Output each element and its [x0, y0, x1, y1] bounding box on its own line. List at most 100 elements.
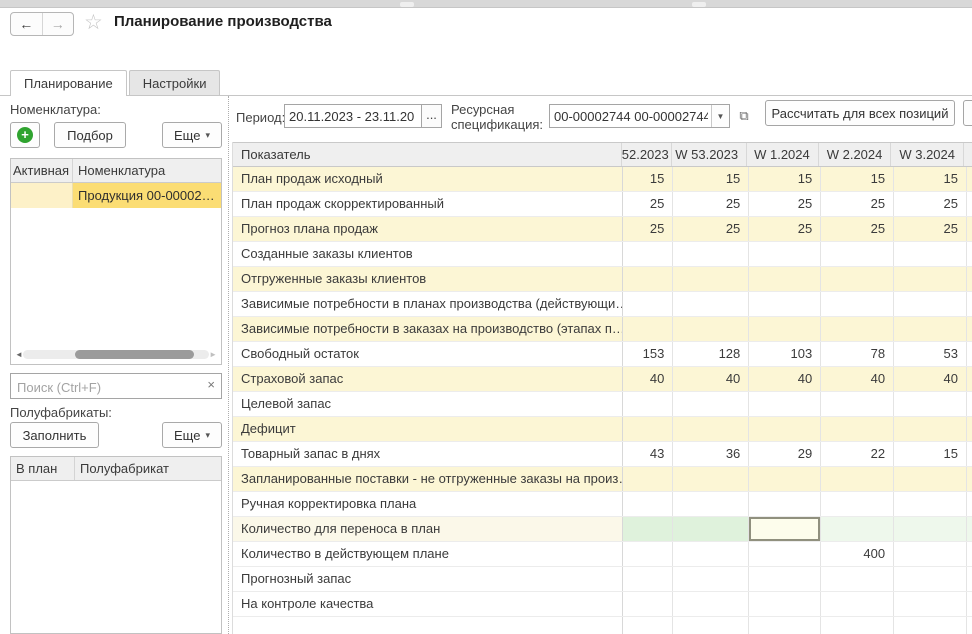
value-cell[interactable]	[893, 467, 966, 491]
value-cell[interactable]	[748, 467, 820, 491]
value-cell[interactable]	[748, 392, 820, 416]
value-cell[interactable]	[820, 467, 893, 491]
value-cell[interactable]: 153	[622, 342, 672, 366]
value-cell[interactable]: 25	[748, 217, 820, 241]
value-cell[interactable]: 22	[820, 442, 893, 466]
row-label[interactable]: Количество в действующем плане	[233, 542, 622, 566]
forward-button[interactable]: →	[43, 13, 74, 35]
clipped-button[interactable]	[963, 100, 972, 126]
value-cell[interactable]: 29	[748, 442, 820, 466]
search-input[interactable]	[15, 376, 197, 398]
value-cell[interactable]	[820, 617, 893, 634]
column-header-active[interactable]: Активная	[11, 159, 73, 182]
value-cell[interactable]: 103	[748, 342, 820, 366]
value-cell[interactable]	[820, 242, 893, 266]
clear-search-icon[interactable]: ×	[207, 377, 215, 392]
value-cell[interactable]: 25	[748, 192, 820, 216]
value-cell[interactable]	[893, 592, 966, 616]
table-row[interactable]: Запланированные поставки - не отгруженны…	[233, 467, 972, 492]
value-cell[interactable]	[748, 267, 820, 291]
resource-spec-input[interactable]	[550, 105, 712, 127]
value-cell[interactable]: 15	[748, 167, 820, 191]
value-cell[interactable]: 25	[820, 192, 893, 216]
selected-cell[interactable]	[748, 517, 820, 541]
semiproducts-more-button[interactable]: Еще ▾	[162, 422, 222, 448]
value-cell[interactable]	[893, 392, 966, 416]
podbor-button[interactable]: Подбор	[54, 122, 126, 148]
indicator-column-header[interactable]: Показатель	[233, 143, 621, 166]
value-cell[interactable]: 25	[672, 192, 748, 216]
table-row[interactable]: Свободный остаток1531281037853	[233, 342, 972, 367]
value-cell[interactable]	[820, 592, 893, 616]
tab-planning[interactable]: Планирование	[10, 70, 127, 96]
value-cell[interactable]: 40	[622, 367, 672, 391]
value-cell[interactable]	[622, 542, 672, 566]
value-cell[interactable]	[622, 292, 672, 316]
value-cell[interactable]	[622, 392, 672, 416]
row-label[interactable]: Ручная корректировка плана	[233, 492, 622, 516]
value-cell[interactable]	[622, 242, 672, 266]
value-cell[interactable]: 25	[622, 192, 672, 216]
value-cell[interactable]: 15	[672, 167, 748, 191]
value-cell[interactable]	[672, 542, 748, 566]
value-cell[interactable]	[622, 567, 672, 591]
add-nomenclature-button[interactable]: +	[10, 122, 40, 148]
week-column-header[interactable]: W 2.2024	[818, 143, 891, 166]
value-cell[interactable]	[893, 267, 966, 291]
value-cell[interactable]	[893, 492, 966, 516]
row-label[interactable]: Товарный запас в днях	[233, 442, 622, 466]
value-cell[interactable]	[672, 492, 748, 516]
value-cell[interactable]: 25	[622, 217, 672, 241]
value-cell[interactable]	[672, 592, 748, 616]
table-row[interactable]	[233, 617, 972, 634]
column-header-in-plan[interactable]: В план	[11, 457, 75, 480]
active-flag-cell[interactable]	[11, 183, 73, 208]
panel-separator[interactable]	[228, 96, 229, 634]
value-cell[interactable]: 128	[672, 342, 748, 366]
row-label[interactable]: Отгруженные заказы клиентов	[233, 267, 622, 291]
value-cell[interactable]	[820, 417, 893, 441]
table-row[interactable]: Количество для переноса в план	[233, 517, 972, 542]
value-cell[interactable]: 36	[672, 442, 748, 466]
value-cell[interactable]	[748, 292, 820, 316]
row-label[interactable]: Дефицит	[233, 417, 622, 441]
column-header-semiproduct[interactable]: Полуфабрикат	[75, 457, 221, 480]
column-header-nomenclature[interactable]: Номенклатура	[73, 159, 221, 182]
value-cell[interactable]	[622, 467, 672, 491]
back-button[interactable]: ←	[11, 13, 43, 35]
value-cell[interactable]	[672, 517, 748, 541]
value-cell[interactable]	[672, 617, 748, 634]
value-cell[interactable]: 40	[748, 367, 820, 391]
value-cell[interactable]	[820, 567, 893, 591]
value-cell[interactable]	[893, 317, 966, 341]
nomenclature-more-button[interactable]: Еще ▾	[162, 122, 222, 148]
table-row[interactable]: План продаж скорректированный2525252525	[233, 192, 972, 217]
table-row[interactable]: Созданные заказы клиентов	[233, 242, 972, 267]
row-label[interactable]: Целевой запас	[233, 392, 622, 416]
table-row[interactable]: Прогнозный запас	[233, 567, 972, 592]
value-cell[interactable]	[672, 392, 748, 416]
value-cell[interactable]	[748, 417, 820, 441]
value-cell[interactable]	[820, 517, 893, 541]
row-label[interactable]: Зависимые потребности в заказах на произ…	[233, 317, 622, 341]
value-cell[interactable]: 25	[820, 217, 893, 241]
value-cell[interactable]	[748, 542, 820, 566]
value-cell[interactable]	[622, 617, 672, 634]
table-row[interactable]: На контроле качества	[233, 592, 972, 617]
value-cell[interactable]	[748, 492, 820, 516]
value-cell[interactable]: 15	[893, 167, 966, 191]
value-cell[interactable]	[820, 492, 893, 516]
table-row[interactable]: Ручная корректировка плана	[233, 492, 972, 517]
value-cell[interactable]	[672, 417, 748, 441]
value-cell[interactable]: 43	[622, 442, 672, 466]
row-label[interactable]: Прогноз плана продаж	[233, 217, 622, 241]
row-label[interactable]: План продаж скорректированный	[233, 192, 622, 216]
value-cell[interactable]	[622, 267, 672, 291]
value-cell[interactable]: 15	[820, 167, 893, 191]
row-label[interactable]: Свободный остаток	[233, 342, 622, 366]
row-label[interactable]: Запланированные поставки - не отгруженны…	[233, 467, 622, 491]
table-row[interactable]: Целевой запас	[233, 392, 972, 417]
week-column-header[interactable]: W 1.2024	[746, 143, 818, 166]
value-cell[interactable]	[622, 492, 672, 516]
value-cell[interactable]	[893, 517, 966, 541]
